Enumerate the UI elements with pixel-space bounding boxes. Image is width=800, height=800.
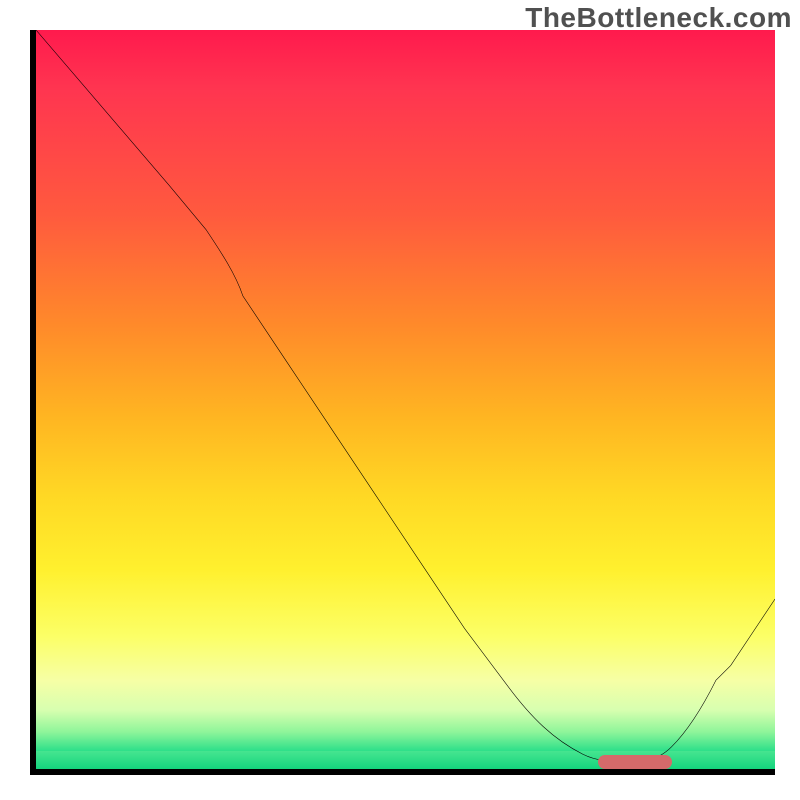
bottleneck-curve-svg <box>36 30 775 769</box>
optimal-range-marker <box>598 755 672 769</box>
chart-stage: TheBottleneck.com <box>0 0 800 800</box>
y-axis-line <box>30 30 36 775</box>
watermark-text: TheBottleneck.com <box>525 2 792 34</box>
bottleneck-curve-path <box>36 30 775 762</box>
plot-area <box>36 30 775 769</box>
x-axis-line <box>30 769 775 775</box>
